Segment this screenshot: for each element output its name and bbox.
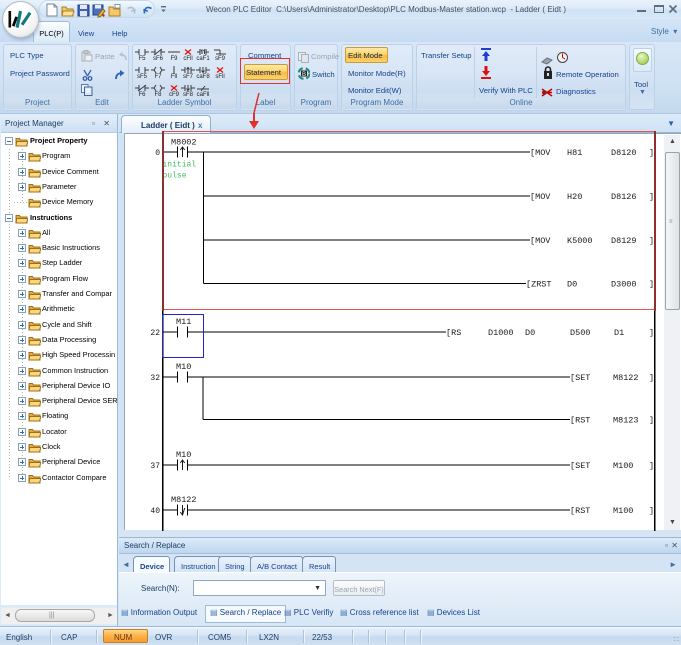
svg-text:0: 0 — [155, 149, 160, 158]
svg-text:D0: D0 — [525, 328, 535, 338]
svg-text:22: 22 — [150, 329, 160, 338]
svg-text:]: ] — [649, 416, 654, 426]
svg-text:[SET: [SET — [570, 373, 590, 383]
svg-text:[RST: [RST — [570, 416, 590, 426]
svg-text:M10: M10 — [176, 450, 191, 460]
svg-text:D1000: D1000 — [488, 328, 514, 338]
svg-text:M8122: M8122 — [613, 373, 639, 383]
svg-text:M100: M100 — [613, 506, 633, 516]
svg-text:]: ] — [649, 461, 654, 471]
svg-text:M10: M10 — [176, 362, 191, 372]
svg-text:]: ] — [649, 328, 654, 338]
svg-text:D1: D1 — [614, 328, 624, 338]
svg-text:M100: M100 — [613, 461, 633, 471]
svg-text:32: 32 — [150, 374, 160, 383]
svg-text:[RS: [RS — [446, 328, 461, 338]
svg-text:D500: D500 — [570, 328, 590, 338]
svg-text:]: ] — [649, 373, 654, 383]
svg-text:]: ] — [649, 506, 654, 516]
svg-text:B: B — [302, 72, 306, 78]
svg-text:[SET: [SET — [570, 461, 590, 471]
svg-text:37: 37 — [150, 462, 160, 471]
svg-text:M8123: M8123 — [613, 416, 639, 426]
svg-text:M8122: M8122 — [171, 495, 197, 505]
svg-text:[RST: [RST — [570, 506, 590, 516]
svg-text:40: 40 — [150, 507, 160, 516]
